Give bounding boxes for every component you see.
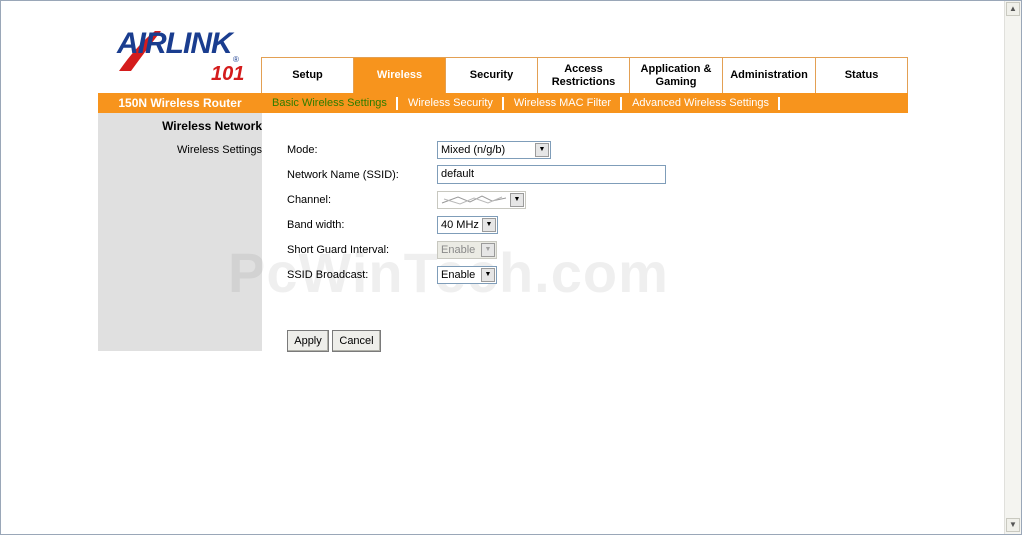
tab-security[interactable]: Security: [445, 57, 537, 93]
subnav-wireless-security[interactable]: Wireless Security: [404, 96, 504, 110]
scroll-up-arrow-icon[interactable]: ▲: [1006, 2, 1020, 16]
channel-scribble-icon: [441, 195, 507, 205]
tab-administration[interactable]: Administration: [722, 57, 815, 93]
ssid-broadcast-label: SSID Broadcast:: [287, 269, 369, 281]
chevron-down-icon: ▼: [510, 193, 524, 207]
tab-status[interactable]: Status: [815, 57, 908, 93]
side-panel: Wireless Network Wireless Settings: [98, 113, 262, 351]
apply-button[interactable]: Apply: [287, 330, 329, 352]
vertical-scrollbar[interactable]: ▲ ▼: [1004, 1, 1021, 534]
sub-navigation: Basic Wireless Settings Wireless Securit…: [268, 93, 786, 113]
short-guard-interval-select[interactable]: Enable ▼: [437, 241, 497, 259]
short-guard-interval-label: Short Guard Interval:: [287, 244, 390, 256]
subnav-basic-wireless-settings[interactable]: Basic Wireless Settings: [268, 96, 398, 110]
channel-select[interactable]: ▼: [437, 191, 526, 209]
cancel-button[interactable]: Cancel: [332, 330, 381, 352]
subnav-advanced-wireless-settings[interactable]: Advanced Wireless Settings: [628, 96, 781, 110]
orange-nav-bar: 150N Wireless Router Basic Wireless Sett…: [98, 93, 908, 113]
ssid-broadcast-value: Enable: [441, 269, 476, 281]
logo-number-text: 101: [211, 63, 245, 85]
bandwidth-select[interactable]: 40 MHz ▼: [437, 216, 498, 234]
logo-brand-text: AIRLINK: [117, 27, 233, 60]
main-tabs: Setup Wireless Security Access Restricti…: [261, 57, 908, 93]
tab-application-gaming[interactable]: Application & Gaming: [629, 57, 722, 93]
ssid-input[interactable]: default: [437, 165, 666, 184]
chevron-down-icon: ▼: [535, 143, 549, 157]
subsection-label: Wireless Settings: [177, 144, 262, 156]
product-name: 150N Wireless Router: [118, 96, 242, 110]
mode-value: Mixed (n/g/b): [441, 144, 506, 156]
chevron-down-icon: ▼: [481, 268, 495, 282]
airlink-logo: AIRLINK ® 101: [117, 25, 247, 87]
short-guard-interval-value: Enable: [441, 244, 476, 256]
tab-wireless[interactable]: Wireless: [353, 57, 445, 93]
tab-access-restrictions[interactable]: Access Restrictions: [537, 57, 629, 93]
scroll-down-arrow-icon[interactable]: ▼: [1006, 518, 1020, 532]
bandwidth-label: Band width:: [287, 219, 345, 231]
channel-label: Channel:: [287, 194, 332, 206]
bandwidth-value: 40 MHz: [441, 219, 479, 231]
tab-setup[interactable]: Setup: [261, 57, 353, 93]
subnav-wireless-mac-filter[interactable]: Wireless MAC Filter: [510, 96, 623, 110]
chevron-down-icon: ▼: [482, 218, 496, 232]
ssid-label: Network Name (SSID):: [287, 169, 399, 181]
mode-select[interactable]: Mixed (n/g/b) ▼: [437, 141, 551, 159]
section-heading: Wireless Network: [162, 119, 262, 133]
ssid-broadcast-select[interactable]: Enable ▼: [437, 266, 497, 284]
chevron-down-icon: ▼: [481, 243, 495, 257]
mode-label: Mode:: [287, 144, 318, 156]
